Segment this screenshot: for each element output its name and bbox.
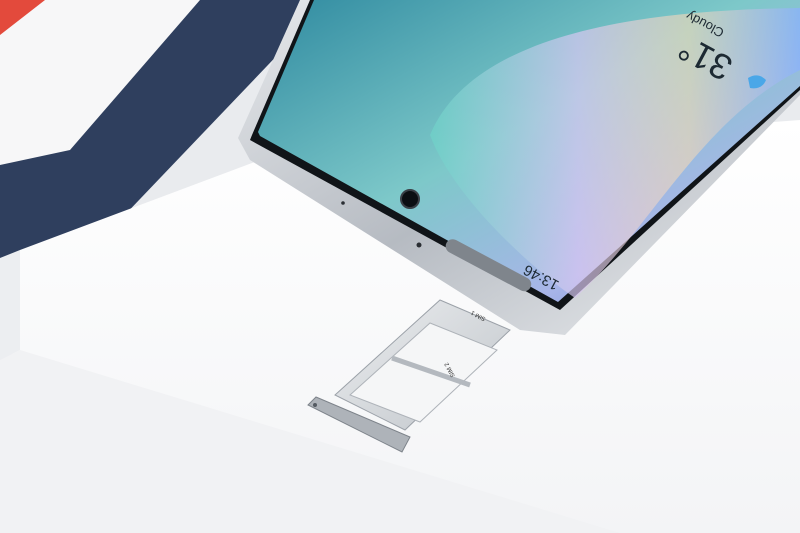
front-camera-icon — [400, 189, 420, 209]
pin-hole — [341, 201, 345, 205]
microphone-hole — [416, 242, 422, 248]
platform-edge — [0, 250, 20, 360]
eject-pin-hole — [313, 403, 317, 407]
product-photo: 13:46 31° Cloudy SIM 1 SIM 2 — [0, 0, 800, 533]
photo-canvas: 13:46 31° Cloudy SIM 1 SIM 2 — [0, 0, 800, 533]
